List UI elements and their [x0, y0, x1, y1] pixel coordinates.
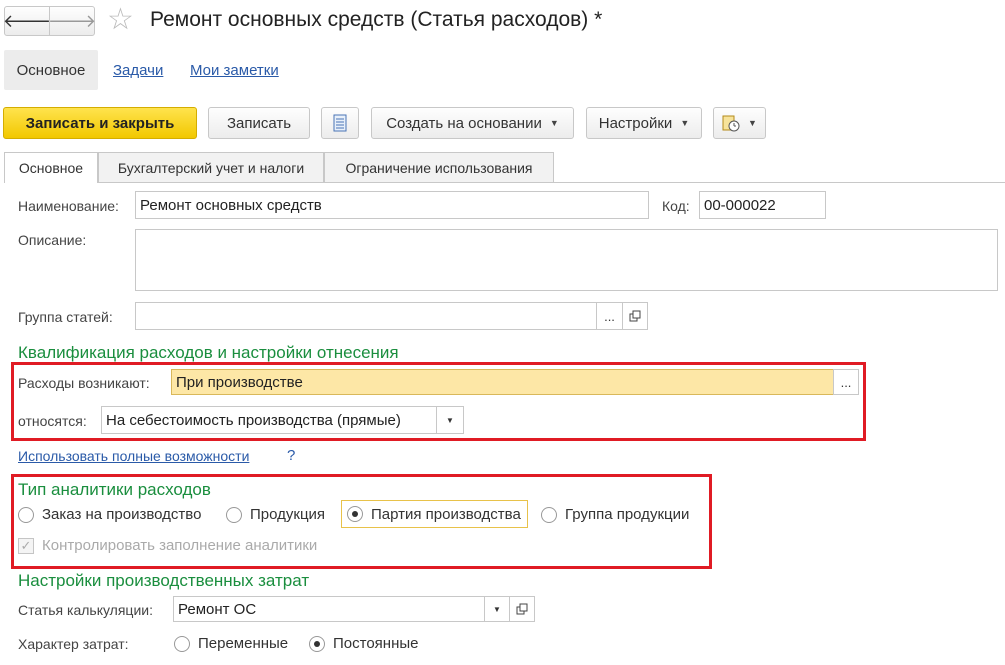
radio-circle-selected: [347, 506, 363, 522]
chevron-down-icon: ▼: [748, 118, 757, 128]
tab-main[interactable]: Основное: [4, 152, 98, 183]
settings-button[interactable]: Настройки ▼: [586, 107, 702, 139]
full-features-link[interactable]: Использовать полные возможности: [18, 448, 249, 464]
radio-circle: [226, 506, 242, 523]
nature-label: Характер затрат:: [18, 636, 129, 652]
control-analytics-checkbox[interactable]: ✓ Контролировать заполнение аналитики: [18, 537, 317, 554]
group-select-button[interactable]: ...: [596, 302, 623, 330]
help-icon[interactable]: ?: [287, 447, 295, 464]
open-form-icon: [629, 310, 641, 322]
open-form-icon: [516, 603, 528, 615]
radio-fixed[interactable]: Постоянные: [309, 635, 418, 652]
radio-variable[interactable]: Переменные: [174, 635, 288, 652]
document-list-button[interactable]: [321, 107, 359, 139]
view-main[interactable]: Основное: [4, 50, 98, 90]
checkbox-checked-icon: ✓: [18, 537, 34, 554]
calc-select[interactable]: Ремонт ОС: [173, 596, 485, 622]
radio-production-order[interactable]: Заказ на производство: [18, 506, 201, 523]
save-close-button[interactable]: Записать и закрыть: [3, 107, 197, 139]
code-input[interactable]: 00-000022: [699, 191, 826, 219]
back-arrow-icon: 🡐: [2, 10, 52, 31]
radio-product-group[interactable]: Группа продукции: [541, 506, 689, 523]
chevron-down-icon: ▼: [493, 604, 501, 614]
group-input[interactable]: [135, 302, 597, 330]
ellipsis-icon: ...: [840, 374, 852, 390]
forward-arrow-icon: 🡒: [47, 10, 97, 31]
report-clock-icon: [722, 115, 740, 132]
document-list-icon: [333, 114, 347, 132]
create-based-button[interactable]: Создать на основании ▼: [371, 107, 574, 139]
calc-open-button[interactable]: [509, 596, 535, 622]
description-textarea[interactable]: [135, 229, 998, 291]
relate-dropdown-button[interactable]: ▼: [436, 406, 464, 434]
chevron-down-icon: ▼: [446, 415, 454, 425]
calc-label: Статья калькуляции:: [18, 602, 153, 618]
description-label: Описание:: [18, 232, 87, 248]
star-icon[interactable]: ☆: [107, 3, 134, 37]
arise-select-button[interactable]: ...: [833, 369, 859, 395]
relate-select[interactable]: На себестоимость производства (прямые): [101, 406, 437, 434]
page-title: Ремонт основных средств (Статья расходов…: [150, 8, 603, 31]
ellipsis-icon: ...: [604, 308, 615, 324]
arise-input[interactable]: При производстве: [171, 369, 834, 395]
tab-restrictions[interactable]: Ограничение использования: [324, 152, 554, 182]
radio-circle: [174, 635, 190, 652]
analytics-header: Тип аналитики расходов: [18, 480, 211, 499]
radio-circle: [541, 506, 557, 523]
view-notes-link[interactable]: Мои заметки: [190, 62, 279, 79]
radio-circle-selected: [309, 635, 325, 652]
radio-production-batch[interactable]: Партия производства: [341, 500, 528, 528]
arise-label: Расходы возникают:: [18, 375, 150, 391]
name-input[interactable]: Ремонт основных средств: [135, 191, 649, 219]
relate-label: относятся:: [18, 413, 87, 429]
chevron-down-icon: ▼: [549, 118, 559, 128]
chevron-down-icon: ▼: [680, 118, 690, 128]
qualification-header: Квалификация расходов и настройки отнесе…: [18, 343, 399, 362]
back-button[interactable]: 🡐: [2, 6, 52, 36]
name-label: Наименование:: [18, 198, 119, 214]
reports-button[interactable]: ▼: [713, 107, 766, 139]
production-header: Настройки производственных затрат: [18, 571, 310, 590]
save-button[interactable]: Записать: [208, 107, 310, 139]
group-open-button[interactable]: [622, 302, 648, 330]
tab-strip-line: [4, 182, 1005, 183]
group-label: Группа статей:: [18, 309, 113, 325]
tab-accounting[interactable]: Бухгалтерский учет и налоги: [98, 152, 324, 182]
radio-product[interactable]: Продукция: [226, 506, 325, 523]
forward-button[interactable]: 🡒: [47, 6, 97, 36]
code-label: Код:: [662, 198, 690, 214]
radio-circle: [18, 506, 34, 523]
calc-dropdown-button[interactable]: ▼: [484, 596, 510, 622]
view-tasks-link[interactable]: Задачи: [113, 62, 163, 79]
